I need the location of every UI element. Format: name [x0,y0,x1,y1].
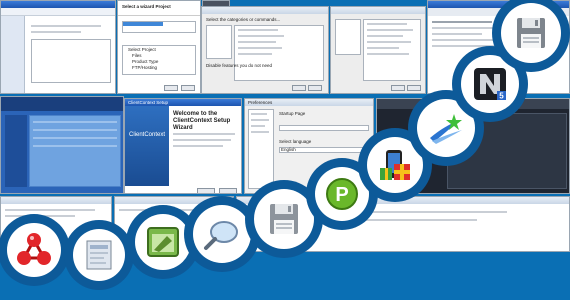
field-label: Select language [279,139,312,144]
floppy-disk-icon [270,204,298,234]
cancel-button[interactable] [308,85,322,91]
screenshot-project-wizard: Select a wizard Project Select Project F… [117,0,201,94]
sidebar [5,115,27,187]
titlebar [1,1,115,8]
cancel-button[interactable] [407,85,421,91]
next-button[interactable] [197,188,215,193]
cancel-button[interactable] [181,85,195,91]
field-label: Startup Page [279,111,306,116]
svg-text:5: 5 [499,92,504,101]
floppy-save-icon [517,18,545,48]
app-icon-molecule[interactable] [0,214,70,286]
toolbar [1,8,115,16]
tree-item[interactable]: Files [132,53,142,58]
green-app-window-icon [147,227,179,257]
language-value: English [281,147,296,152]
gift-box-phone-icon [380,150,410,180]
blue-swoosh-star-icon [430,114,462,144]
sidebar [1,16,25,93]
svg-text:P: P [335,184,348,206]
preferences-tree[interactable] [248,109,274,189]
screenshot-outlook-window [0,0,116,94]
setup-window-title: ClientContext Setup [128,100,169,105]
ok-button[interactable] [391,85,405,91]
tree-item[interactable]: Select Project [128,47,156,52]
document-scanner-icon [86,240,112,270]
green-p-circle-icon: P [326,178,358,210]
screenshot-customize-dialog-2 [330,6,426,94]
setup-logo: ClientContext [129,132,166,138]
screenshot-setup-wizard: ClientContext Setup ClientContext Welcom… [124,98,242,194]
screenshot-blue-app [0,96,124,194]
content-panel [31,39,111,83]
media-n5-icon: 5 [474,68,506,101]
ok-button[interactable] [292,85,306,91]
cancel-button[interactable] [219,188,237,193]
question-label: Select the categories or commands... [206,17,281,22]
welcome-title: Welcome to the ClientContext Setup Wizar… [173,111,231,131]
magnifier-icon [204,221,238,250]
screenshot-customize-dialog: Select the categories or commands... Dis… [201,6,329,94]
next-button[interactable] [164,85,178,91]
startup-page-select[interactable] [279,125,369,131]
preferences-title: Preferences [248,100,273,105]
molecule-icon [17,233,51,265]
setup-side-banner [125,106,169,186]
question-label: Disable features you do not need [206,63,273,68]
tree-item[interactable]: FTP/Hosting [132,65,157,70]
tree-item[interactable]: Product Type [132,59,158,64]
app-icon-document-scanner[interactable] [64,220,134,290]
wizard-heading: Select a wizard Project [122,4,171,9]
app-gallery-banner: Select a wizard Project Select Project F… [0,0,570,300]
